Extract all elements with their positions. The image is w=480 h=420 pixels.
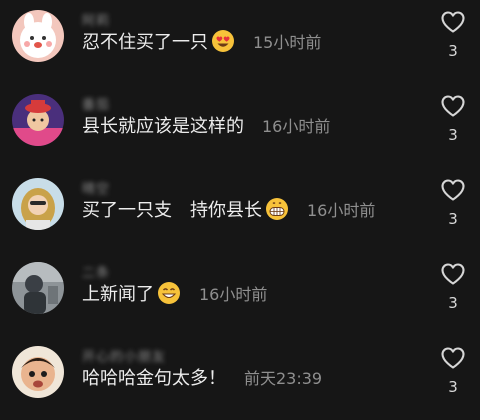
avatar[interactable] xyxy=(12,262,64,314)
comment-body: 上新闻了 16小时前 xyxy=(82,280,267,306)
comment-body: 忍不住买了一只 15小时前 xyxy=(82,28,321,54)
comment-item: 晴空 买了一只支 持你县长 16小时前 3 xyxy=(0,168,480,252)
grinning-emoji-icon xyxy=(265,197,289,221)
like-button[interactable]: 3 xyxy=(440,262,466,312)
comment-time: 前天23:39 xyxy=(244,369,323,388)
heart-outline-icon[interactable] xyxy=(440,10,466,34)
like-button[interactable]: 3 xyxy=(440,10,466,60)
avatar[interactable] xyxy=(12,178,64,230)
comment-username[interactable]: 晴空 xyxy=(82,178,110,197)
like-button[interactable]: 3 xyxy=(440,346,466,396)
comment-time: 16小时前 xyxy=(262,117,331,136)
comment-item: 开心的小朋友 哈哈哈金句太多！ 前天23:39 3 xyxy=(0,336,480,420)
comment-username[interactable]: 二条 xyxy=(82,262,110,281)
comment-body: 买了一只支 持你县长 16小时前 xyxy=(82,196,375,222)
like-count: 3 xyxy=(448,210,458,228)
comment-username[interactable]: 开心的小朋友 xyxy=(82,346,166,365)
like-count: 3 xyxy=(448,294,458,312)
comment-time: 15小时前 xyxy=(253,33,322,52)
comment-item: 番茄 县长就应该是这样的 16小时前 3 xyxy=(0,84,480,168)
heart-outline-icon[interactable] xyxy=(440,178,466,202)
avatar[interactable] xyxy=(12,10,64,62)
avatar[interactable] xyxy=(12,94,64,146)
comment-item: 阿莉 忍不住买了一只 15小时前 3 xyxy=(0,0,480,84)
comment-text: 哈哈哈金句太多！ xyxy=(82,368,226,389)
comment-time: 16小时前 xyxy=(199,285,268,304)
comment-username[interactable]: 阿莉 xyxy=(82,10,110,29)
comment-username[interactable]: 番茄 xyxy=(82,94,110,113)
comment-text: 县长就应该是这样的 xyxy=(82,116,244,137)
like-count: 3 xyxy=(448,126,458,144)
like-count: 3 xyxy=(448,42,458,60)
avatar[interactable] xyxy=(12,346,64,398)
comment-text: 买了一只支 持你县长 xyxy=(82,200,262,221)
comment-body: 县长就应该是这样的 16小时前 xyxy=(82,112,330,138)
comment-list: 阿莉 忍不住买了一只 15小时前 3 番茄 县长就应该是这样的 16小时前 3 … xyxy=(0,0,480,419)
comment-body: 哈哈哈金句太多！ 前天23:39 xyxy=(82,364,322,390)
like-count: 3 xyxy=(448,378,458,396)
heart-outline-icon[interactable] xyxy=(440,94,466,118)
like-button[interactable]: 3 xyxy=(440,178,466,228)
comment-time: 16小时前 xyxy=(307,201,376,220)
comment-text: 上新闻了 xyxy=(82,284,154,305)
smiling-emoji-icon xyxy=(157,281,181,305)
comment-item: 二条 上新闻了 16小时前 3 xyxy=(0,252,480,336)
comment-text: 忍不住买了一只 xyxy=(82,32,208,53)
heart-outline-icon[interactable] xyxy=(440,262,466,286)
heart-outline-icon[interactable] xyxy=(440,346,466,370)
heart-eyes-emoji-icon xyxy=(211,29,235,53)
like-button[interactable]: 3 xyxy=(440,94,466,144)
